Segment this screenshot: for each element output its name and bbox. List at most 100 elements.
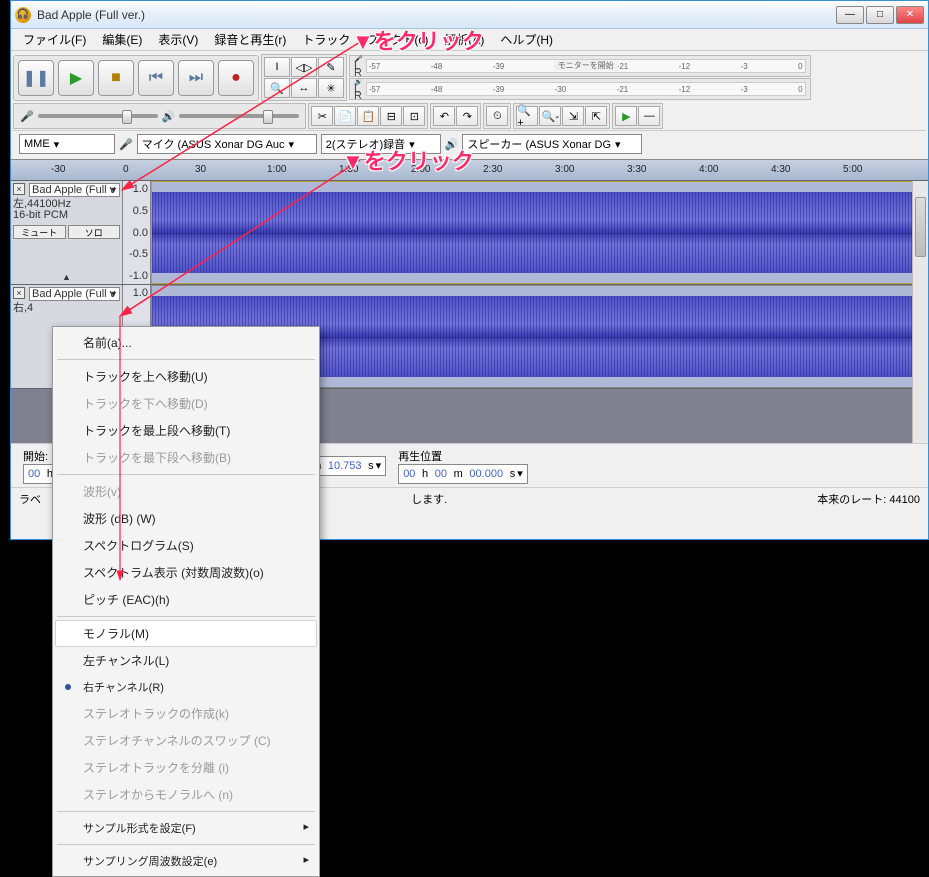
menu-file[interactable]: ファイル(F) [15, 28, 94, 51]
meter-tick: -39 [493, 85, 505, 94]
playback-volume-slider[interactable] [179, 114, 299, 118]
meter-tick: 0 [798, 62, 802, 71]
ctx-move-top[interactable]: トラックを最上段へ移動(T) [55, 417, 317, 444]
minimize-button[interactable]: — [836, 6, 864, 24]
track-name: Bad Apple (Full v [32, 184, 115, 196]
ctx-move-bottom: トラックを最下段へ移動(B) [55, 444, 317, 471]
collapse-icon[interactable]: ▲ [62, 272, 71, 282]
menu-transport[interactable]: 録音と再生(r) [206, 28, 294, 51]
menu-track[interactable]: トラック [294, 28, 358, 51]
cut-button[interactable]: ✂ [311, 106, 333, 126]
menu-view[interactable]: 表示(V) [150, 28, 206, 51]
sync-lock-button[interactable]: ⏲ [486, 106, 508, 126]
record-channels-combo[interactable]: 2(ステレオ)録音 [321, 134, 441, 154]
stop-button[interactable]: ■ [98, 60, 134, 96]
copy-button[interactable]: 📄 [334, 106, 356, 126]
ctx-right[interactable]: 右チャンネル(R) [55, 674, 317, 700]
draw-tool[interactable]: ✎ [318, 57, 344, 77]
meter-tick: -57 [369, 85, 381, 94]
ctx-sample-format[interactable]: サンプル形式を設定(F)▸ [55, 815, 317, 841]
track-dropdown-1[interactable]: Bad Apple (Full v ▼ [29, 183, 120, 197]
ctx-spectrogram-log[interactable]: スペクトラム表示 (対数周波数)(o) [55, 559, 317, 586]
chevron-down-icon[interactable]: ▾ [376, 459, 382, 472]
meter-tick: -3 [741, 85, 748, 94]
timeshift-tool[interactable]: ↔ [291, 78, 317, 98]
ctx-move-up[interactable]: トラックを上へ移動(U) [55, 363, 317, 390]
skip-end-button[interactable]: ⏭ [178, 60, 214, 96]
track-1: × Bad Apple (Full v ▼ 左,44100Hz 16-bit P… [11, 181, 928, 285]
zoom-tool[interactable]: 🔍 [264, 78, 290, 98]
ctx-spectrogram[interactable]: スペクトログラム(S) [55, 532, 317, 559]
meter-tick: -12 [679, 85, 691, 94]
track-dropdown-2[interactable]: Bad Apple (Full v ▼ [29, 287, 120, 301]
ctx-waveform-db[interactable]: 波形 (dB) (W) [55, 505, 317, 532]
vertical-scale[interactable]: 1.0 0.5 0.0 -0.5 -1.0 [123, 181, 151, 284]
timeline-tick: 4:00 [699, 164, 718, 175]
playback-meter[interactable]: 🔊LR -57 -48 -39 -30 -21 -12 -3 0 [349, 78, 811, 100]
audio-host-combo[interactable]: MME [19, 134, 115, 154]
timeline-tick: 1:00 [267, 164, 286, 175]
meter-tick: -57 [369, 62, 381, 71]
ctx-split: ステレオトラックを分離 (i) [55, 754, 317, 781]
zoom-out-button[interactable]: 🔍- [539, 106, 561, 126]
meter-tick: -12 [679, 62, 691, 71]
playback-device-combo[interactable]: スピーカー (ASUS Xonar DG [462, 134, 642, 154]
timeline-ruler[interactable]: -30 0 30 1:00 1:30 2:00 2:30 3:00 3:30 4… [11, 159, 928, 181]
toolbars: ❚❚ ▶ ■ ⏮ ⏭ ● I ◁▷ ✎ 🔍 ↔ ✳ 🎤LR -57 [11, 51, 928, 159]
record-meter[interactable]: 🎤LR -57 -48 -39 -30 -21 -12 -3 0 モニターを開始 [349, 55, 811, 77]
menu-edit[interactable]: 編集(E) [94, 28, 150, 51]
selection-tool[interactable]: I [264, 57, 290, 77]
ctx-waveform: 波形(v) [55, 478, 317, 505]
waveform-1[interactable] [151, 181, 928, 284]
status-mid: します. [411, 491, 447, 507]
monitor-start-button[interactable]: モニターを開始 [554, 60, 618, 71]
track-panel-1: × Bad Apple (Full v ▼ 左,44100Hz 16-bit P… [11, 181, 123, 284]
record-button[interactable]: ● [218, 60, 254, 96]
mic-icon: 🎤LR [354, 56, 363, 77]
vertical-scrollbar[interactable] [912, 181, 928, 443]
timeline-tick: 1:30 [339, 164, 358, 175]
fit-selection-button[interactable]: ⇲ [562, 106, 584, 126]
speed-slider[interactable]: — [638, 106, 660, 126]
ctx-sample-rate[interactable]: サンプリング周波数設定(e)▸ [55, 848, 317, 874]
track-close-button[interactable]: × [13, 183, 25, 195]
skip-start-button[interactable]: ⏮ [138, 60, 174, 96]
edit-toolbar: ✂ 📄 📋 ⊟ ⊡ [308, 103, 428, 129]
ctx-mono[interactable]: モノラル(M) [55, 620, 317, 647]
ctx-pitch[interactable]: ピッチ (EAC)(h) [55, 586, 317, 613]
play-button[interactable]: ▶ [58, 60, 94, 96]
ctx-name[interactable]: 名前(a)... [55, 329, 317, 356]
maximize-button[interactable]: □ [866, 6, 894, 24]
trim-button[interactable]: ⊟ [380, 106, 402, 126]
multi-tool[interactable]: ✳ [318, 78, 344, 98]
ctx-make-stereo: ステレオトラックの作成(k) [55, 700, 317, 727]
menu-help[interactable]: ヘルプ(H) [492, 28, 561, 51]
ctx-left[interactable]: 左チャンネル(L) [55, 647, 317, 674]
close-button[interactable]: ✕ [896, 6, 924, 24]
paste-button[interactable]: 📋 [357, 106, 379, 126]
record-volume-slider[interactable] [38, 114, 158, 118]
speaker-icon: 🔊LR [354, 79, 363, 100]
silence-button[interactable]: ⊡ [403, 106, 425, 126]
record-device-combo[interactable]: マイク (ASUS Xonar DG Auc [137, 134, 317, 154]
status-left: ラベ [19, 491, 41, 507]
solo-button[interactable]: ソロ [68, 225, 121, 239]
envelope-tool[interactable]: ◁▷ [291, 57, 317, 77]
fit-project-button[interactable]: ⇱ [585, 106, 607, 126]
track-close-button[interactable]: × [13, 287, 25, 299]
chevron-down-icon[interactable]: ▾ [517, 467, 523, 480]
playback-position-spinbox[interactable]: 00 h 00 m 00.000 s ▾ [398, 464, 528, 484]
timeline-tick: 2:00 [411, 164, 430, 175]
transport-toolbar: ❚❚ ▶ ■ ⏮ ⏭ ● [13, 55, 259, 101]
undo-button[interactable]: ↶ [433, 106, 455, 126]
zoom-in-button[interactable]: 🔍+ [516, 106, 538, 126]
pause-button[interactable]: ❚❚ [18, 60, 54, 96]
play-at-speed-button[interactable]: ▶ [615, 106, 637, 126]
timeline-tick: 3:30 [627, 164, 646, 175]
redo-button[interactable]: ↷ [456, 106, 478, 126]
titlebar[interactable]: 🎧 Bad Apple (Full ver.) — □ ✕ [11, 1, 928, 29]
mute-button[interactable]: ミュート [13, 225, 66, 239]
ctx-move-down: トラックを下へ移動(D) [55, 390, 317, 417]
menu-effect[interactable]: フェクト(c) [358, 28, 436, 51]
menu-analyze[interactable]: 解析(A) [436, 28, 492, 51]
